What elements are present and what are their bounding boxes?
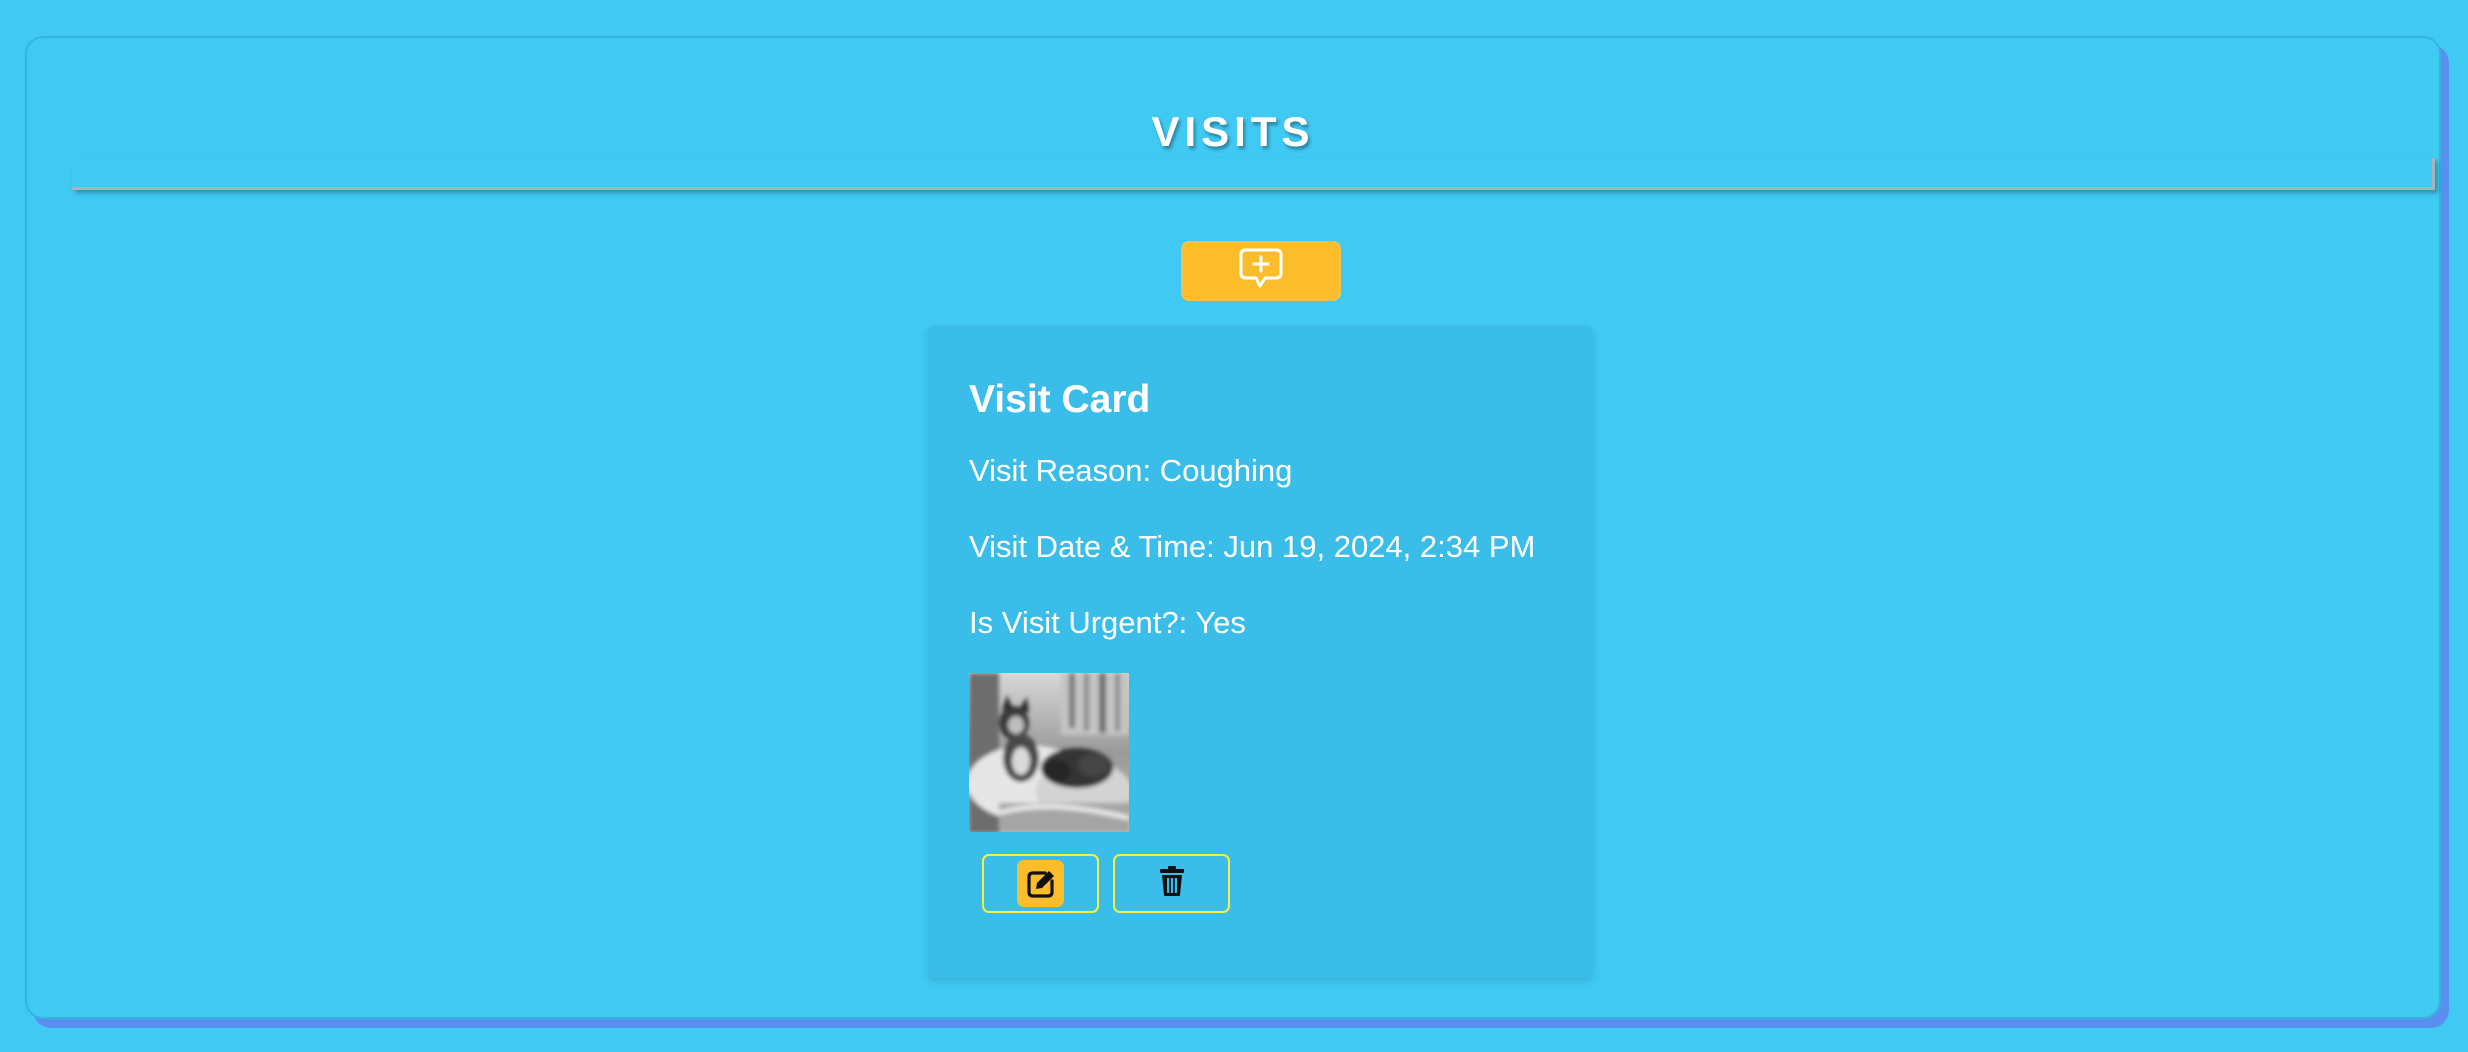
visit-urgent: Is Visit Urgent?: Yes <box>969 605 1246 640</box>
visit-card-title: Visit Card <box>969 378 1151 421</box>
visit-datetime: Visit Date & Time: Jun 19, 2024, 2:34 PM <box>969 529 1536 564</box>
visit-reason: Visit Reason: Coughing <box>969 453 1293 488</box>
edit-icon <box>1017 860 1064 907</box>
visit-card: Visit Card Visit Reason: Coughing Visit … <box>928 326 1593 978</box>
add-visit-button[interactable] <box>1181 241 1341 301</box>
add-comment-icon <box>1238 247 1284 296</box>
trash-icon <box>1159 865 1185 902</box>
delete-visit-button[interactable] <box>1113 854 1230 913</box>
visits-panel: VISITS Visit Card Visit Reason: Coughing… <box>25 36 2441 1019</box>
edit-visit-button[interactable] <box>982 854 1099 913</box>
pet-photo <box>969 673 1129 832</box>
page-title: VISITS <box>1151 108 1315 155</box>
title-divider <box>72 158 2435 190</box>
